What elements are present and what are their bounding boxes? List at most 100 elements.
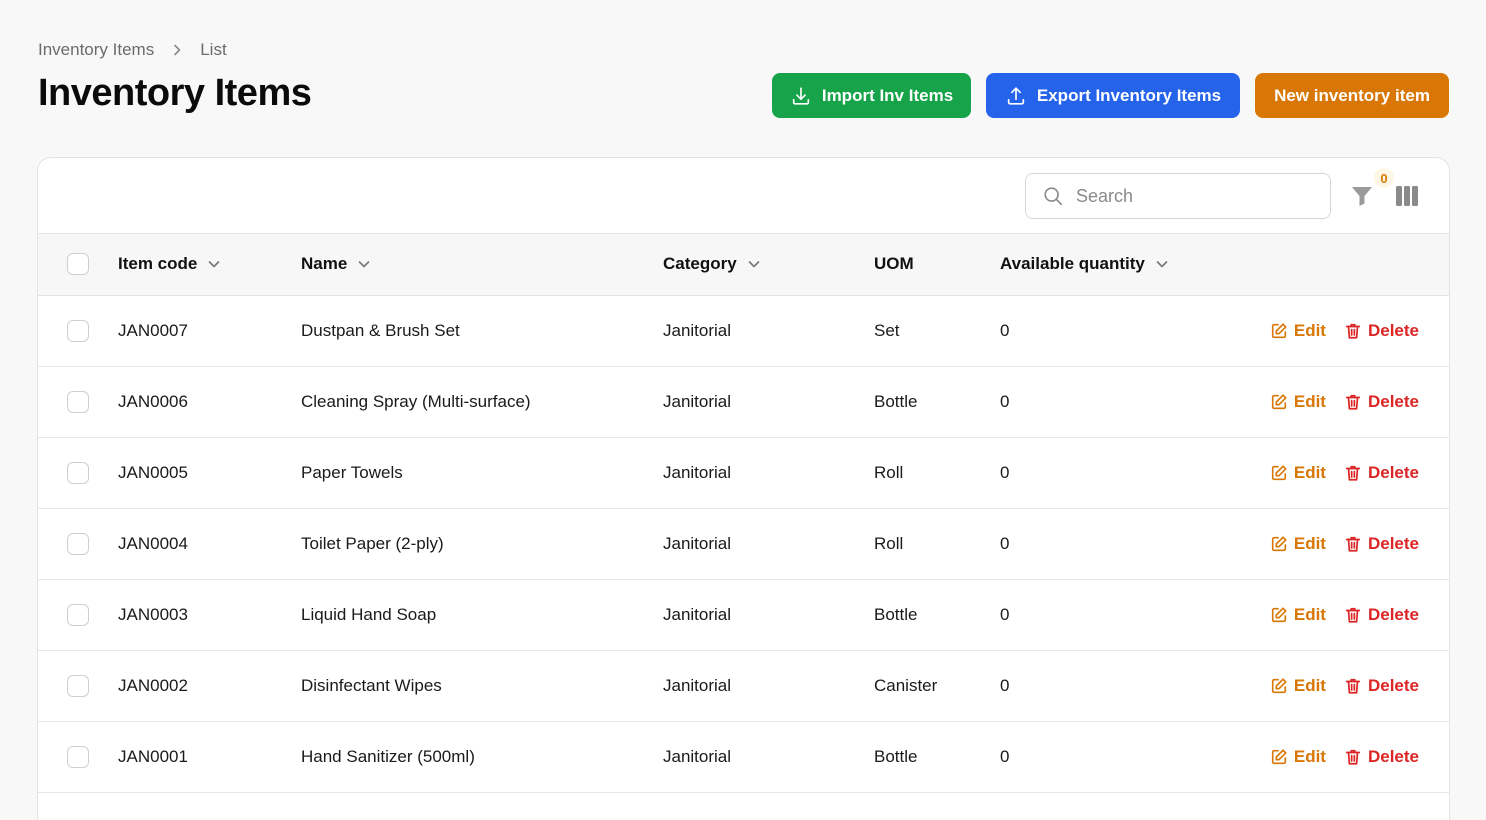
cell-available-quantity: 0 bbox=[1000, 533, 1010, 553]
cell-category: Janitorial bbox=[663, 462, 732, 482]
new-item-button[interactable]: New inventory item bbox=[1255, 73, 1449, 118]
cell-category: Janitorial bbox=[663, 391, 732, 411]
trash-icon bbox=[1345, 749, 1361, 765]
edit-icon bbox=[1271, 393, 1287, 409]
delete-button[interactable]: Delete bbox=[1344, 605, 1419, 625]
row-actions: Edit Delete bbox=[1220, 534, 1419, 554]
new-item-button-label: New inventory item bbox=[1274, 85, 1430, 105]
edit-button[interactable]: Edit bbox=[1270, 676, 1326, 696]
columns-icon[interactable] bbox=[1395, 185, 1419, 207]
sort-available-quantity[interactable]: Available quantity bbox=[1000, 254, 1220, 274]
row-checkbox[interactable] bbox=[67, 390, 89, 413]
edit-label: Edit bbox=[1293, 604, 1326, 624]
cell-item-code: JAN0003 bbox=[118, 604, 188, 624]
edit-label: Edit bbox=[1293, 746, 1326, 766]
edit-label: Edit bbox=[1293, 675, 1326, 695]
delete-label: Delete bbox=[1367, 391, 1419, 411]
select-all-checkbox[interactable] bbox=[67, 253, 89, 276]
header-available-quantity: Available quantity bbox=[1000, 254, 1145, 274]
cell-item-code: JAN0005 bbox=[118, 462, 188, 482]
edit-button[interactable]: Edit bbox=[1270, 534, 1326, 554]
cell-category: Janitorial bbox=[663, 320, 732, 340]
delete-button[interactable]: Delete bbox=[1344, 676, 1419, 696]
delete-button[interactable]: Delete bbox=[1344, 321, 1419, 341]
table-body: JAN0007 Dustpan & Brush Set Janitorial S… bbox=[38, 295, 1449, 792]
search-input[interactable] bbox=[1076, 185, 1296, 207]
delete-label: Delete bbox=[1367, 533, 1419, 553]
row-actions: Edit Delete bbox=[1220, 392, 1419, 412]
edit-button[interactable]: Edit bbox=[1270, 321, 1326, 341]
import-button-label: Import Inv Items bbox=[821, 85, 954, 105]
row-actions: Edit Delete bbox=[1220, 747, 1419, 767]
cell-name: Liquid Hand Soap bbox=[301, 604, 437, 624]
cell-name: Disinfectant Wipes bbox=[301, 675, 442, 695]
edit-button[interactable]: Edit bbox=[1270, 605, 1326, 625]
cell-item-code: JAN0002 bbox=[118, 675, 188, 695]
edit-button[interactable]: Edit bbox=[1270, 747, 1326, 767]
header-uom: UOM bbox=[874, 254, 914, 274]
cell-name: Cleaning Spray (Multi-surface) bbox=[301, 391, 531, 411]
delete-button[interactable]: Delete bbox=[1344, 392, 1419, 412]
header-actions: Import Inv Items Export Inventory Items … bbox=[772, 73, 1449, 118]
table-row: JAN0003 Liquid Hand Soap Janitorial Bott… bbox=[38, 579, 1449, 650]
cell-category: Janitorial bbox=[663, 746, 732, 766]
row-checkbox[interactable] bbox=[67, 319, 89, 342]
cell-available-quantity: 0 bbox=[1000, 320, 1010, 340]
table-header-row: Item code Name Category UOM Available qu… bbox=[38, 234, 1449, 295]
edit-button[interactable]: Edit bbox=[1270, 392, 1326, 412]
table-row: JAN0002 Disinfectant Wipes Janitorial Ca… bbox=[38, 650, 1449, 721]
cell-name: Hand Sanitizer (500ml) bbox=[301, 746, 475, 766]
sort-category[interactable]: Category bbox=[663, 254, 874, 274]
delete-button[interactable]: Delete bbox=[1344, 463, 1419, 483]
edit-label: Edit bbox=[1293, 462, 1326, 482]
row-checkbox[interactable] bbox=[67, 603, 89, 626]
search-box bbox=[1025, 173, 1331, 219]
row-checkbox[interactable] bbox=[67, 532, 89, 555]
breadcrumb-current: List bbox=[200, 40, 227, 59]
sort-name[interactable]: Name bbox=[301, 254, 663, 274]
row-checkbox[interactable] bbox=[67, 461, 89, 484]
edit-button[interactable]: Edit bbox=[1270, 463, 1326, 483]
export-button[interactable]: Export Inventory Items bbox=[986, 73, 1240, 118]
cell-available-quantity: 0 bbox=[1000, 391, 1010, 411]
delete-button[interactable]: Delete bbox=[1344, 534, 1419, 554]
delete-label: Delete bbox=[1367, 604, 1419, 624]
cell-uom: Bottle bbox=[874, 391, 918, 411]
header-item-code: Item code bbox=[118, 254, 198, 274]
breadcrumb-root-link[interactable]: Inventory Items bbox=[38, 40, 154, 60]
table-row: JAN0001 Hand Sanitizer (500ml) Janitoria… bbox=[38, 721, 1449, 792]
trash-icon bbox=[1345, 465, 1361, 481]
delete-label: Delete bbox=[1367, 320, 1419, 340]
chevron-down-icon bbox=[209, 261, 220, 268]
header-name: Name bbox=[301, 254, 348, 274]
cell-uom: Roll bbox=[874, 533, 904, 553]
edit-icon bbox=[1271, 464, 1287, 480]
cell-uom: Canister bbox=[874, 675, 938, 695]
export-button-label: Export Inventory Items bbox=[1036, 85, 1222, 105]
filter-icon[interactable] bbox=[1350, 184, 1374, 208]
edit-label: Edit bbox=[1293, 320, 1326, 340]
edit-label: Edit bbox=[1293, 391, 1326, 411]
cell-available-quantity: 0 bbox=[1000, 462, 1010, 482]
cell-item-code: JAN0004 bbox=[118, 533, 188, 553]
row-checkbox[interactable] bbox=[67, 745, 89, 768]
chevron-down-icon bbox=[1156, 261, 1168, 268]
header-category: Category bbox=[663, 254, 737, 274]
chevron-down-icon bbox=[748, 261, 759, 268]
cell-uom: Bottle bbox=[874, 604, 918, 624]
row-checkbox[interactable] bbox=[67, 674, 89, 697]
table-row: JAN0007 Dustpan & Brush Set Janitorial S… bbox=[38, 295, 1449, 366]
edit-label: Edit bbox=[1293, 533, 1326, 553]
cell-category: Janitorial bbox=[663, 604, 732, 624]
cell-uom: Bottle bbox=[874, 746, 918, 766]
edit-icon bbox=[1271, 322, 1287, 338]
import-button[interactable]: Import Inv Items bbox=[772, 73, 971, 118]
sort-item-code[interactable]: Item code bbox=[118, 254, 301, 274]
delete-button[interactable]: Delete bbox=[1344, 747, 1419, 767]
trash-icon bbox=[1345, 607, 1361, 623]
inventory-table: Item code Name Category UOM Available qu… bbox=[38, 234, 1449, 793]
table-row: JAN0005 Paper Towels Janitorial Roll 0 E… bbox=[38, 437, 1449, 508]
row-actions: Edit Delete bbox=[1220, 605, 1419, 625]
chevron-right-icon bbox=[174, 44, 181, 56]
cell-name: Dustpan & Brush Set bbox=[301, 320, 460, 340]
